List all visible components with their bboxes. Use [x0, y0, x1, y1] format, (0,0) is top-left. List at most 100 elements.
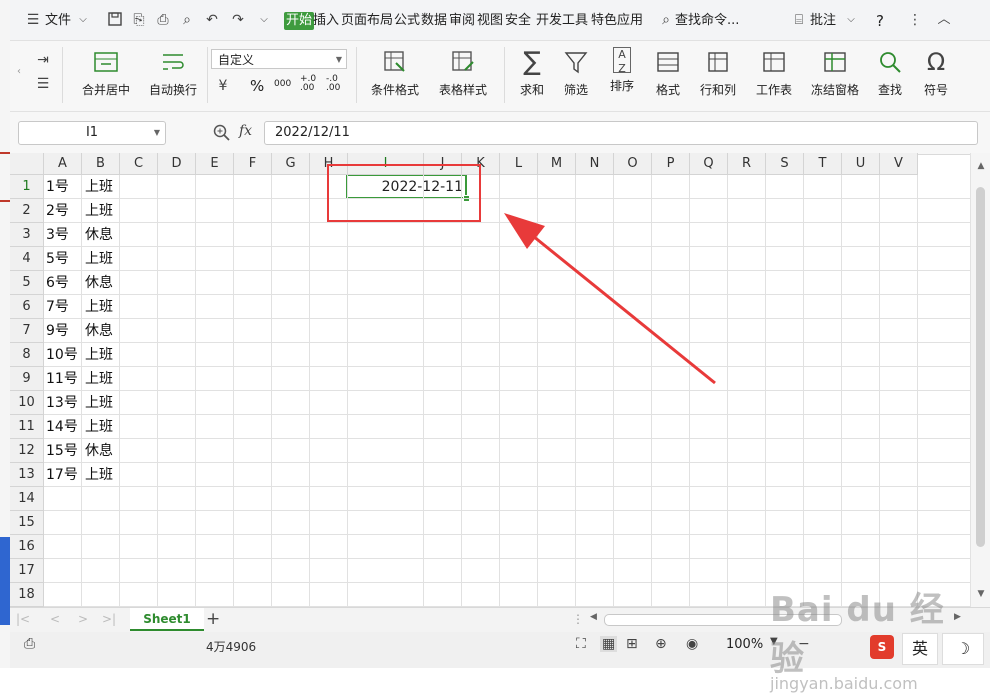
column-header-l[interactable]: L: [500, 153, 538, 175]
row-header-18[interactable]: 18: [10, 583, 44, 607]
search-icon[interactable]: ⌕: [657, 11, 675, 29]
format-button[interactable]: 格式: [648, 47, 688, 98]
cell-a3[interactable]: 3号: [44, 223, 69, 247]
rows-columns-button[interactable]: 行和列: [692, 47, 744, 98]
zoom-out-icon[interactable]: −: [798, 636, 810, 652]
macro-record-icon[interactable]: ⎙: [24, 636, 35, 652]
zoom-level[interactable]: 100%: [726, 637, 763, 652]
cell-a4[interactable]: 5号: [44, 247, 69, 271]
row-header-12[interactable]: 12: [10, 439, 44, 463]
tab-data[interactable]: 数据: [421, 12, 447, 30]
cell-a9[interactable]: 11号: [44, 367, 78, 391]
column-header-n[interactable]: N: [576, 153, 614, 175]
row-header-17[interactable]: 17: [10, 559, 44, 583]
column-header-a[interactable]: A: [44, 153, 82, 175]
cell-b1[interactable]: 上班: [83, 175, 113, 199]
scroll-right-icon[interactable]: ▶: [954, 612, 961, 622]
fullscreen-icon[interactable]: ⛶: [576, 636, 586, 652]
cell-b3[interactable]: 休息: [83, 223, 113, 247]
add-sheet-button[interactable]: +: [206, 609, 220, 629]
row-header-2[interactable]: 2: [10, 199, 44, 223]
more-sheets-icon[interactable]: ⋮: [572, 612, 584, 626]
currency-icon[interactable]: ¥: [214, 77, 232, 95]
more-chevron-icon[interactable]: ⌵: [255, 11, 273, 29]
cell-b6[interactable]: 上班: [83, 295, 113, 319]
chevron-left-icon[interactable]: ‹: [10, 63, 28, 81]
percent-button[interactable]: %: [250, 77, 264, 95]
hamburger-menu-icon[interactable]: ☰: [24, 11, 42, 29]
cell-b8[interactable]: 上班: [83, 343, 113, 367]
column-header-e[interactable]: E: [196, 153, 234, 175]
first-sheet-icon[interactable]: |<: [16, 612, 30, 626]
prev-sheet-icon[interactable]: <: [50, 612, 60, 626]
page-break-view-icon[interactable]: ⊞: [626, 636, 638, 652]
symbol-button[interactable]: Ω 符号: [916, 47, 956, 98]
cell-grid[interactable]: 2022-12-11 1号2号3号5号6号7号9号10号11号13号14号15号…: [44, 175, 970, 607]
freeze-panes-button[interactable]: 冻结窗格: [804, 47, 866, 98]
number-format-select[interactable]: 自定义 ▼: [211, 49, 347, 69]
row-header-7[interactable]: 7: [10, 319, 44, 343]
tab-special[interactable]: 特色应用: [591, 12, 643, 30]
column-header-c[interactable]: C: [120, 153, 158, 175]
ime-mode-icon[interactable]: ☽: [942, 633, 984, 665]
column-header-q[interactable]: Q: [690, 153, 728, 175]
row-header-6[interactable]: 6: [10, 295, 44, 319]
chevron-down-icon[interactable]: ⌵: [74, 11, 92, 29]
column-header-d[interactable]: D: [158, 153, 196, 175]
column-header-p[interactable]: P: [652, 153, 690, 175]
row-header-11[interactable]: 11: [10, 415, 44, 439]
cell-a1[interactable]: 1号: [44, 175, 69, 199]
tab-insert[interactable]: 插入: [313, 12, 339, 30]
cell-b13[interactable]: 上班: [83, 463, 113, 487]
horizontal-scrollbar[interactable]: ◀ ▶: [590, 612, 961, 626]
cell-a13[interactable]: 17号: [44, 463, 78, 487]
tab-developer[interactable]: 开发工具: [536, 12, 588, 30]
sheet-tab-sheet1[interactable]: Sheet1: [130, 608, 204, 631]
column-header-g[interactable]: G: [272, 153, 310, 175]
cell-a7[interactable]: 9号: [44, 319, 69, 343]
vertical-scroll-thumb[interactable]: [976, 187, 985, 547]
cell-a5[interactable]: 6号: [44, 271, 69, 295]
chevron-down-icon[interactable]: ⌵: [842, 11, 860, 29]
row-header-9[interactable]: 9: [10, 367, 44, 391]
cell-a11[interactable]: 14号: [44, 415, 78, 439]
row-header-3[interactable]: 3: [10, 223, 44, 247]
thousands-button[interactable]: 000: [274, 75, 291, 93]
cell-b7[interactable]: 休息: [83, 319, 113, 343]
table-style-button[interactable]: 表格样式: [430, 47, 496, 98]
indent-icon[interactable]: ⇥: [34, 51, 52, 69]
conditional-format-button[interactable]: 条件格式: [362, 47, 428, 98]
tab-review[interactable]: 审阅: [449, 12, 475, 30]
ime-language-toggle[interactable]: 英: [902, 633, 938, 665]
chevron-down-icon[interactable]: ▼: [770, 636, 778, 647]
save-icon[interactable]: [106, 11, 124, 29]
vertical-scrollbar[interactable]: ▲ ▼: [970, 153, 990, 607]
horizontal-scroll-thumb[interactable]: [604, 614, 842, 626]
insert-function-button[interactable]: fx: [239, 123, 252, 139]
sum-button[interactable]: ∑ 求和: [512, 47, 552, 98]
increase-decimal-button[interactable]: +.0 .00: [300, 75, 320, 93]
export-icon[interactable]: ⎘: [130, 11, 148, 29]
scroll-down-icon[interactable]: ▼: [972, 585, 990, 603]
cell-a6[interactable]: 7号: [44, 295, 69, 319]
reading-mode-icon[interactable]: ⊕: [655, 636, 667, 652]
column-header-r[interactable]: R: [728, 153, 766, 175]
column-header-f[interactable]: F: [234, 153, 272, 175]
last-sheet-icon[interactable]: >|: [102, 612, 116, 626]
cell-a8[interactable]: 10号: [44, 343, 78, 367]
cell-a2[interactable]: 2号: [44, 199, 69, 223]
tab-home[interactable]: 开始: [284, 12, 315, 30]
collapse-ribbon-icon[interactable]: ⋮: [906, 11, 924, 29]
row-header-1[interactable]: 1: [10, 175, 44, 199]
row-header-4[interactable]: 4: [10, 247, 44, 271]
cell-b11[interactable]: 上班: [83, 415, 113, 439]
next-sheet-icon[interactable]: >: [78, 612, 88, 626]
worksheet-button[interactable]: 工作表: [748, 47, 800, 98]
name-box[interactable]: I1 ▼: [18, 121, 166, 145]
zoom-formula-icon[interactable]: [212, 123, 232, 143]
wrap-text-button[interactable]: 自动换行: [142, 47, 204, 98]
row-header-8[interactable]: 8: [10, 343, 44, 367]
scroll-left-icon[interactable]: ◀: [590, 612, 597, 622]
row-header-15[interactable]: 15: [10, 511, 44, 535]
comment-icon[interactable]: ⌸: [790, 11, 808, 29]
